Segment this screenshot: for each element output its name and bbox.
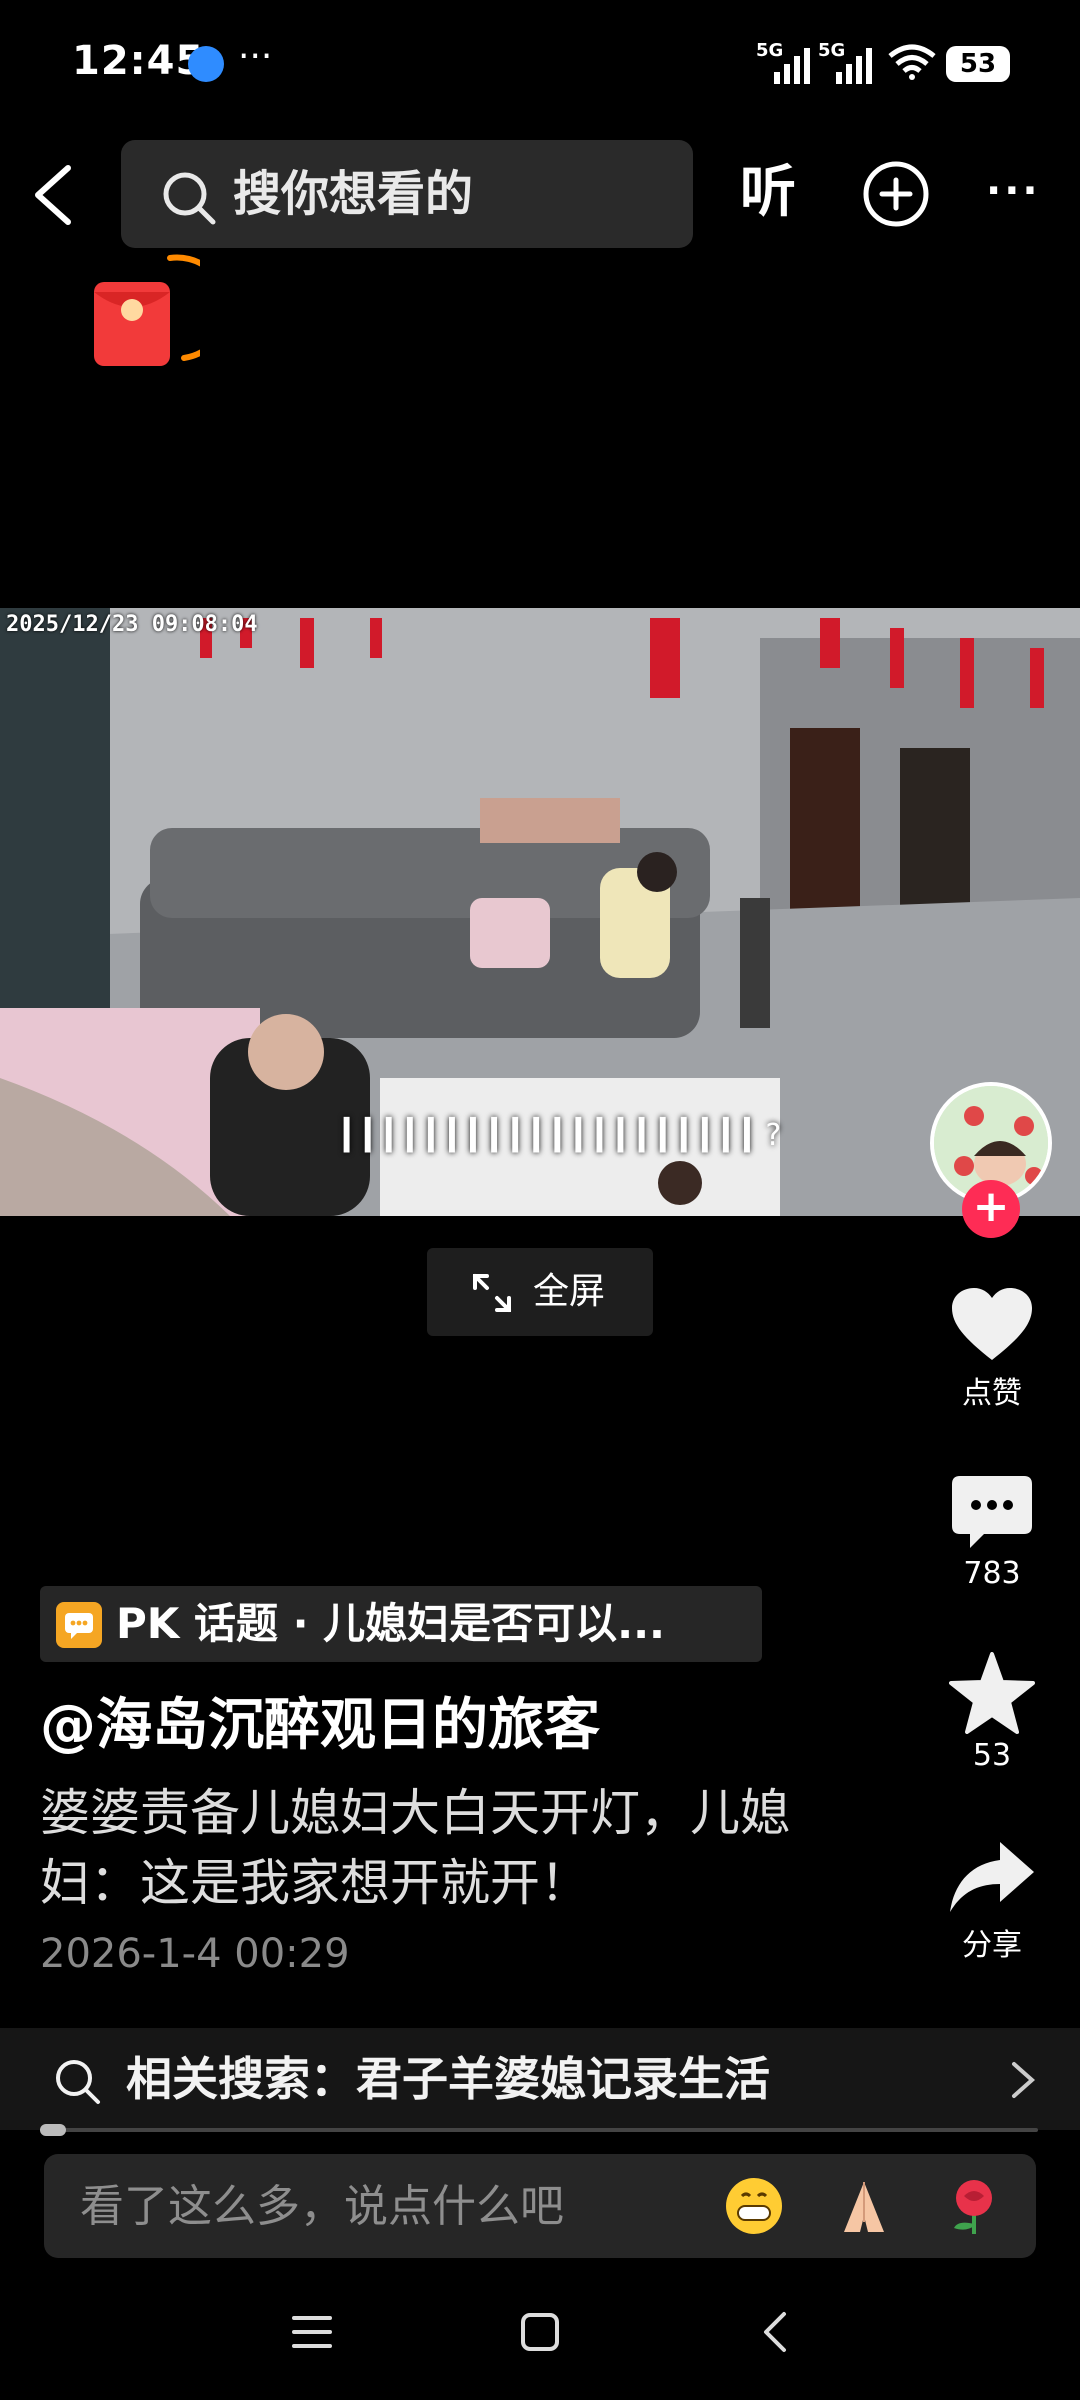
comment-count: 783 bbox=[963, 1556, 1021, 1591]
pray-emoji-icon[interactable] bbox=[834, 2176, 894, 2236]
comment-button[interactable]: 783 bbox=[922, 1474, 1062, 1591]
add-button[interactable] bbox=[862, 160, 930, 228]
heart-icon bbox=[952, 1288, 1032, 1360]
search-input[interactable]: 搜你想看的 bbox=[121, 140, 693, 248]
like-label: 点赞 bbox=[962, 1376, 1022, 1411]
video-progress-handle[interactable] bbox=[40, 2124, 66, 2136]
fullscreen-button[interactable]: 全屏 bbox=[427, 1248, 653, 1336]
share-label: 分享 bbox=[962, 1928, 1022, 1963]
battery-indicator: 53 bbox=[946, 46, 1010, 82]
like-button[interactable]: 点赞 bbox=[922, 1286, 1062, 1412]
back-button[interactable] bbox=[24, 160, 84, 230]
search-icon bbox=[163, 172, 216, 225]
wifi-icon bbox=[888, 44, 936, 80]
favorite-button[interactable]: 53 bbox=[922, 1652, 1062, 1773]
video-progress-track[interactable] bbox=[40, 2128, 1038, 2132]
video-timestamp: 2025/12/23 09:08:04 bbox=[6, 612, 258, 637]
status-time: 12:45 bbox=[72, 38, 205, 84]
status-bar: 12:45 ··· 5G 5G 53 bbox=[0, 0, 1080, 120]
author-name[interactable]: @海岛沉醉观日的旅客 bbox=[40, 1690, 600, 1762]
follow-button[interactable]: + bbox=[962, 1180, 1020, 1238]
favorite-count: 53 bbox=[972, 1738, 1012, 1773]
search-icon bbox=[56, 2060, 100, 2104]
nav-back-icon[interactable] bbox=[754, 2310, 798, 2354]
related-search-bar[interactable]: 相关搜索：君子羊婆媳记录生活 bbox=[0, 2028, 1080, 2130]
status-more-icon: ··· bbox=[238, 36, 273, 77]
comment-input[interactable]: 看了这么多，说点什么吧 bbox=[44, 2154, 1036, 2258]
expand-icon bbox=[473, 1274, 511, 1312]
pk-topic-icon bbox=[56, 1602, 102, 1648]
grin-emoji-icon[interactable] bbox=[724, 2176, 784, 2236]
share-arrow-icon bbox=[950, 1842, 1034, 1912]
related-search-text: 相关搜索：君子羊婆媳记录生活 bbox=[126, 2052, 770, 2106]
comment-placeholder: 看了这么多，说点什么吧 bbox=[80, 2181, 564, 2232]
fullscreen-label: 全屏 bbox=[533, 1271, 606, 1312]
search-placeholder: 搜你想看的 bbox=[233, 166, 474, 222]
topic-text: PK 话题 · 儿媳妇是否可以... bbox=[116, 1599, 666, 1648]
red-packet-icon[interactable] bbox=[90, 252, 200, 372]
rose-emoji-icon[interactable] bbox=[944, 2176, 1004, 2236]
post-datetime: 2026-1-4 00:29 bbox=[40, 1931, 350, 1977]
chevron-right-icon bbox=[1012, 2062, 1036, 2098]
home-icon[interactable] bbox=[518, 2310, 562, 2354]
more-options-button[interactable]: ··· bbox=[986, 168, 1041, 214]
menu-icon[interactable] bbox=[290, 2310, 334, 2354]
post-description: 婆婆责备儿媳妇大白天开灯，儿媳妇：这是我家想开就开！ bbox=[40, 1784, 790, 1912]
video-player[interactable]: 2025/12/23 09:08:04 ▎▎▎▎▎▎▎▎▎▎▎▎▎▎▎▎▎▎▎▎… bbox=[0, 608, 1080, 1216]
video-subtitle: ▎▎▎▎▎▎▎▎▎▎▎▎▎▎▎▎▎▎▎▎? bbox=[344, 1118, 781, 1153]
share-button[interactable]: 分享 bbox=[922, 1838, 1062, 1964]
topic-chip[interactable]: PK 话题 · 儿媳妇是否可以... bbox=[40, 1586, 762, 1662]
comment-icon bbox=[952, 1476, 1032, 1548]
listen-button[interactable]: 听 bbox=[740, 158, 796, 228]
star-icon bbox=[949, 1652, 1035, 1734]
app-notification-icon bbox=[188, 46, 224, 82]
